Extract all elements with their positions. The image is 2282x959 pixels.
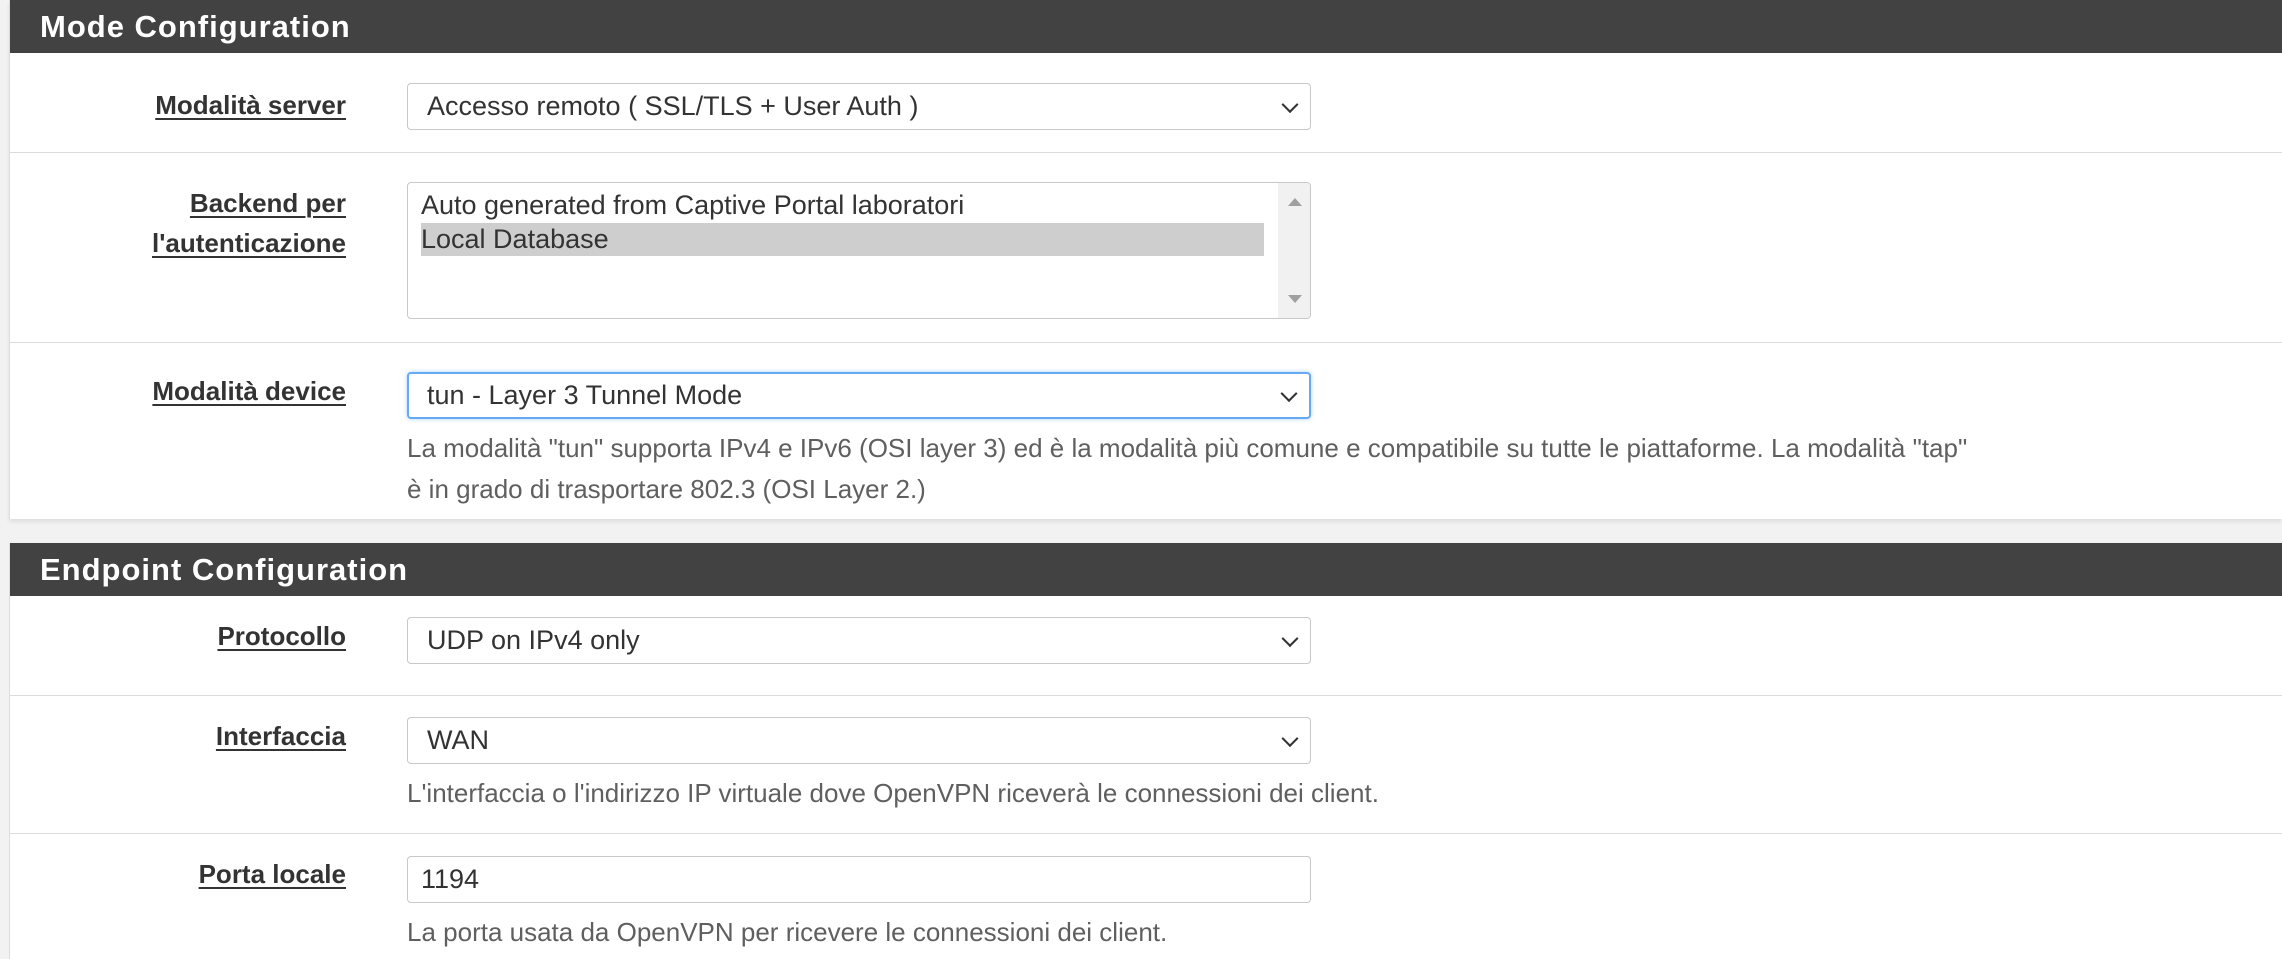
server-mode-row: Modalità server Accesso remoto ( SSL/TLS… [10, 53, 2282, 152]
endpoint-configuration-panel: Endpoint Configuration Protocollo UDP on… [9, 543, 2282, 959]
device-mode-select[interactable]: tun - Layer 3 Tunnel Mode [407, 372, 1311, 419]
arrow-up-icon[interactable] [1288, 198, 1302, 206]
interface-value: WAN [427, 725, 489, 755]
chevron-down-icon [1281, 95, 1299, 113]
protocol-label: Protocollo [217, 621, 346, 651]
local-port-label: Porta locale [198, 859, 346, 889]
auth-backend-row: Backend per l'autenticazione Auto genera… [10, 152, 2282, 342]
device-mode-value: tun - Layer 3 Tunnel Mode [427, 380, 743, 410]
protocol-select[interactable]: UDP on IPv4 only [407, 617, 1311, 664]
protocol-value: UDP on IPv4 only [427, 625, 640, 655]
mode-configuration-panel: Mode Configuration Modalità server Acces… [9, 0, 2282, 519]
chevron-down-icon [1280, 384, 1298, 402]
interface-label: Interfaccia [215, 721, 346, 751]
auth-backend-listbox[interactable]: Auto generated from Captive Portal labor… [407, 182, 1311, 319]
interface-select[interactable]: WAN [407, 717, 1311, 764]
local-port-input[interactable]: 1194 [407, 856, 1311, 903]
device-mode-help: La modalità "tun" supporta IPv4 e IPv6 (… [407, 433, 1968, 504]
mode-configuration-heading: Mode Configuration [10, 0, 2282, 53]
local-port-row: Porta locale 1194 La porta usata da Open… [10, 833, 2282, 959]
openvpn-server-form: Mode Configuration Modalità server Acces… [0, 0, 2282, 959]
auth-backend-label: Backend per l'autenticazione [152, 188, 346, 258]
interface-row: Interfaccia WAN L'interfaccia o l'indiri… [10, 695, 2282, 833]
server-mode-value: Accesso remoto ( SSL/TLS + User Auth ) [427, 91, 919, 121]
arrow-down-icon[interactable] [1288, 295, 1302, 303]
listbox-scrollbar[interactable] [1278, 183, 1310, 318]
device-mode-label: Modalità device [152, 376, 346, 406]
auth-backend-option[interactable]: Auto generated from Captive Portal labor… [421, 189, 1264, 222]
device-mode-row: Modalità device tun - Layer 3 Tunnel Mod… [10, 342, 2282, 519]
auth-backend-option-selected[interactable]: Local Database [421, 223, 1264, 256]
chevron-down-icon [1281, 629, 1299, 647]
chevron-down-icon [1281, 729, 1299, 747]
local-port-help: La porta usata da OpenVPN per ricevere l… [407, 917, 1168, 947]
interface-help: L'interfaccia o l'indirizzo IP virtuale … [407, 778, 1379, 808]
protocol-row: Protocollo UDP on IPv4 only [10, 596, 2282, 695]
endpoint-configuration-heading: Endpoint Configuration [10, 543, 2282, 596]
server-mode-select[interactable]: Accesso remoto ( SSL/TLS + User Auth ) [407, 83, 1311, 130]
server-mode-label: Modalità server [155, 90, 346, 120]
